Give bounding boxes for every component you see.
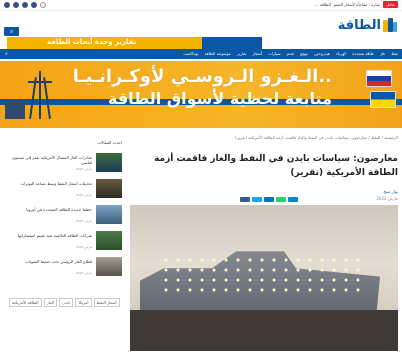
card-title[interactable]: صادرات الغاز المسال الأمريكية تقفز إلى م… [10, 155, 92, 165]
share-telegram-button[interactable] [288, 197, 298, 202]
nav-search-icon[interactable]: ⌕ [5, 50, 8, 58]
card-thumbnail[interactable] [96, 179, 122, 198]
sidebar-heading: أحدث المقالات [97, 140, 122, 145]
share-whatsapp-button[interactable] [276, 197, 286, 202]
nav-item[interactable]: فحم [287, 50, 294, 58]
linkedin-icon[interactable] [22, 2, 28, 8]
article-title: معارضون: سياسات بايدن في النفط والغاز فا… [154, 154, 398, 178]
nav-item[interactable]: أسعار [252, 50, 262, 58]
sidebar-card[interactable]: قطاع الغاز الروسي تحت ضغط العقوبات 2022 … [9, 257, 122, 281]
share-buttons [240, 197, 298, 202]
nav-item[interactable]: موسوعة الطاقة [205, 50, 231, 58]
tag[interactable]: بايدن [59, 298, 74, 307]
card-date: 2022 مارس [75, 245, 92, 249]
nav-item[interactable]: غاز [380, 50, 385, 58]
logo-wordmark: الطاقة [337, 17, 381, 33]
hero-headline: الـغـزو الـروسـي لأوكـرانـيـا.. [72, 66, 332, 87]
ship-lights [160, 255, 360, 295]
tag[interactable]: الغاز [43, 298, 57, 307]
card-date: 2022 مارس [75, 219, 92, 223]
sidebar-card[interactable]: خطط جديدة للطاقة المتجددة في أوروبا 2022… [9, 205, 122, 229]
header: ⌕ الطاقة [0, 11, 402, 37]
card-thumbnail[interactable] [96, 153, 122, 172]
russia-flag-icon [366, 70, 392, 87]
tag-list: أسعار النفط أمريكا بايدن الغاز الطاقة ال… [9, 298, 122, 307]
news-ticker[interactable]: ... الطاقة سارة : مفاجأة لأسعار التسو عا… [315, 1, 398, 8]
power-tower-illustration [28, 71, 52, 119]
twitter-icon[interactable] [13, 2, 19, 8]
nav-item[interactable]: كهرباء [336, 50, 346, 58]
tag[interactable]: أمريكا [75, 298, 92, 307]
site-logo[interactable]: الطاقة [338, 16, 397, 34]
sidebar-card[interactable]: صادرات الغاز المسال الأمريكية تقفز إلى م… [9, 153, 122, 177]
card-date: 2022 مارس [75, 271, 92, 275]
instagram-icon[interactable] [40, 2, 46, 8]
ticker-text[interactable]: سارة : مفاجأة لأسعار التسو [334, 2, 380, 7]
nav-item[interactable]: طاقة متجددة [352, 50, 374, 58]
share-facebook-button[interactable] [240, 197, 250, 202]
main-nav: ⌕ نفط غاز طاقة متجددة كهرباء هيدروجين نو… [0, 49, 402, 59]
facebook-icon[interactable] [4, 2, 10, 8]
nav-item[interactable]: بودكاست [183, 50, 198, 58]
card-thumbnail[interactable] [96, 205, 122, 224]
nav-items: نفط غاز طاقة متجددة كهرباء هيدروجين نووي… [183, 50, 398, 58]
ship-hull [130, 310, 398, 351]
share-linkedin-button[interactable] [264, 197, 274, 202]
sidebar-card[interactable]: تحديثات أسعار النفط وسط تصاعد التوترات 2… [9, 179, 122, 203]
ukraine-flag-icon [370, 91, 396, 108]
banner-accent [202, 37, 262, 49]
hero-banner[interactable]: الـغـزو الـروسـي لأوكـرانـيـا.. متابعة ل… [0, 61, 402, 128]
social-icons [4, 2, 46, 8]
nav-item[interactable]: سيارات [268, 50, 281, 58]
logo-mark-icon [383, 18, 397, 32]
tag[interactable]: الطاقة الأمريكية [9, 298, 42, 307]
hero-subheadline: متابعة لحظية لأسواق الطاقة [108, 89, 332, 108]
share-twitter-button[interactable] [252, 197, 262, 202]
card-date: 2022 مارس [75, 167, 92, 171]
card-title[interactable]: شركات الطاقة العالمية تعيد تقييم استثمار… [10, 233, 92, 238]
flags-illustration [338, 67, 396, 122]
article-date: 2022 مارس [376, 196, 398, 201]
card-thumbnail[interactable] [96, 231, 122, 250]
nav-item[interactable]: نفط [391, 50, 398, 58]
tag[interactable]: أسعار النفط [93, 298, 120, 307]
article-author[interactable]: نوار صبح [383, 189, 398, 194]
card-date: 2022 مارس [75, 193, 92, 197]
banner-text: تقارير وحدة أبحاث الطاقة [47, 38, 137, 46]
search-icon: ⌕ [9, 28, 14, 35]
card-thumbnail[interactable] [96, 257, 122, 276]
nav-item[interactable]: هيدروجين [314, 50, 330, 58]
top-bar: ... الطاقة سارة : مفاجأة لأسعار التسو عا… [0, 0, 402, 11]
breadcrumb[interactable]: الرئيسية / النفط / معارضون: سياسات بايدن… [235, 135, 398, 140]
reports-banner[interactable]: تقارير وحدة أبحاث الطاقة [7, 37, 262, 49]
breaking-news-badge: عاجل [382, 1, 398, 8]
youtube-icon[interactable] [31, 2, 37, 8]
search-button[interactable]: ⌕ [4, 27, 19, 36]
ticker-extra: ... الطاقة [314, 2, 331, 7]
card-title[interactable]: خطط جديدة للطاقة المتجددة في أوروبا [10, 207, 92, 212]
nav-item[interactable]: نووي [300, 50, 308, 58]
factory-illustration [5, 101, 25, 119]
sidebar-card[interactable]: شركات الطاقة العالمية تعيد تقييم استثمار… [9, 231, 122, 255]
card-title[interactable]: تحديثات أسعار النفط وسط تصاعد التوترات [10, 181, 92, 186]
article-image [130, 205, 398, 351]
nav-item[interactable]: تقارير [237, 50, 247, 58]
card-title[interactable]: قطاع الغاز الروسي تحت ضغط العقوبات [10, 259, 92, 264]
